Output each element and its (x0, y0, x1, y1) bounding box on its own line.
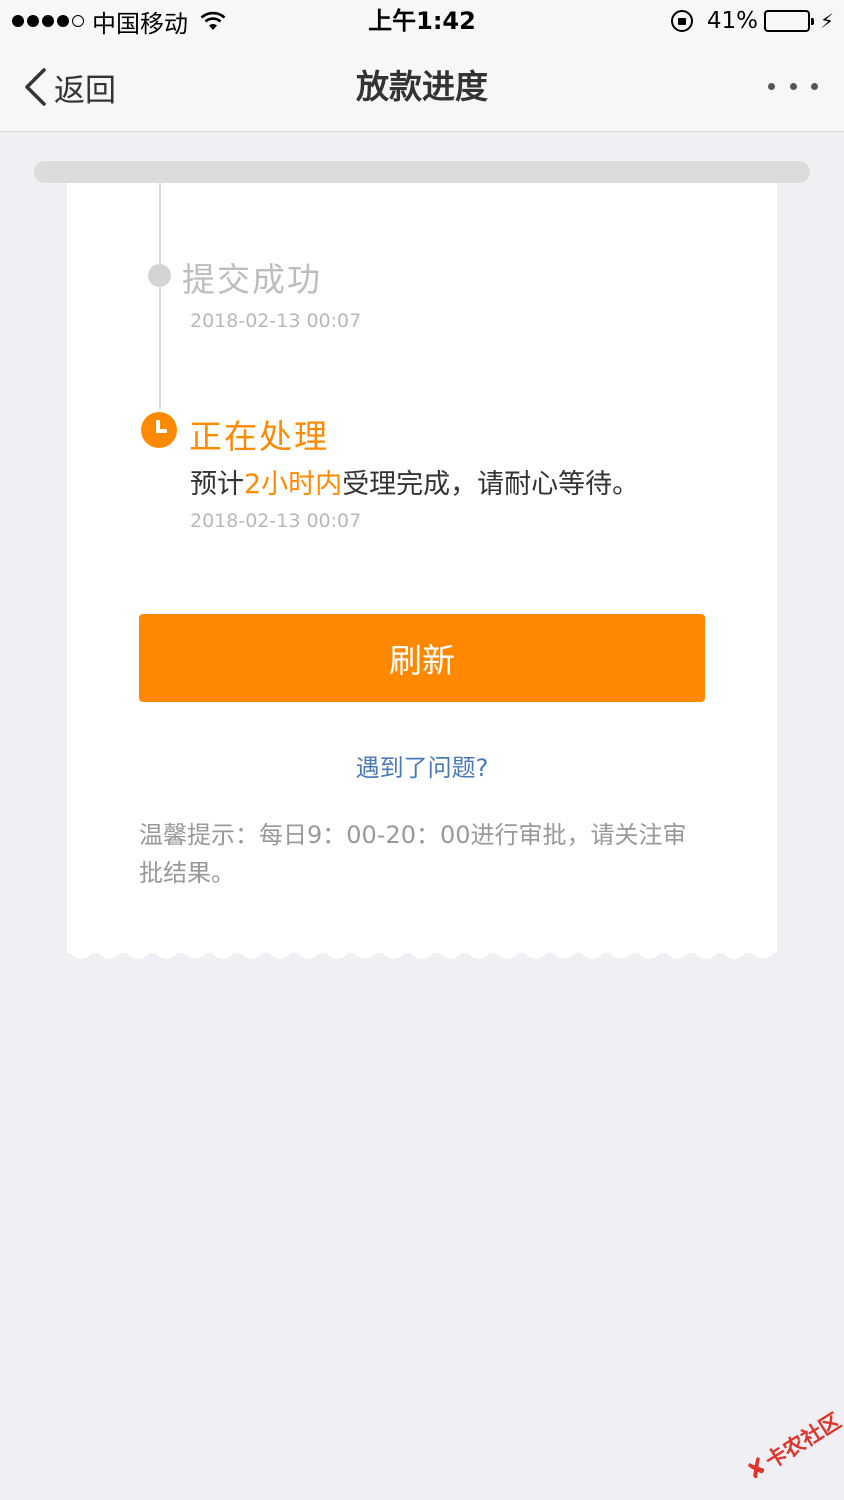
step-processing-desc: 预计2小时内受理完成，请耐心等待。 (190, 462, 639, 501)
step-submitted-time: 2018-02-13 00:07 (190, 310, 362, 332)
status-right: 41% ⚡ (670, 6, 834, 36)
battery-percent: 41% (706, 8, 758, 34)
rotation-lock-icon (670, 10, 693, 32)
status-bar: 中国移动 上午1:42 41% ⚡ (0, 0, 844, 42)
charging-bolt-icon: ⚡ (819, 9, 834, 33)
receipt-scallop-edge (67, 953, 777, 959)
battery-icon (763, 10, 814, 32)
receipt-slot (34, 161, 810, 183)
receipt-scallop (67, 953, 777, 959)
desc-suffix: 受理完成，请耐心等待。 (342, 469, 640, 500)
step-submitted-title: 提交成功 (182, 260, 322, 299)
clock-icon (141, 412, 177, 448)
watermark-text: 卡农社区 (761, 1408, 844, 1474)
desc-highlight: 2小时内 (244, 469, 343, 500)
more-dots-icon[interactable] (768, 76, 818, 96)
problem-link[interactable]: 遇到了问题? (67, 748, 777, 783)
nav-bar: 返回 放款进度 (0, 42, 844, 132)
page-title: 放款进度 (356, 67, 488, 106)
tips-text: 温馨提示：每日9：00-20：00进行审批，请关注审批结果。 (139, 821, 687, 887)
step-done-dot-icon (148, 264, 171, 287)
watermark: ✘ 卡农社区 (730, 1386, 844, 1500)
step-processing-title: 正在处理 (189, 417, 329, 456)
timeline-line-top (159, 183, 161, 264)
progress-card: 提交成功 2018-02-13 00:07 正在处理 预计2小时内受理完成，请耐… (67, 183, 777, 953)
step-processing-time: 2018-02-13 00:07 (190, 510, 362, 532)
refresh-button[interactable]: 刷新 (139, 614, 705, 702)
desc-prefix: 预计 (190, 469, 244, 500)
timeline-line-middle (159, 287, 161, 409)
